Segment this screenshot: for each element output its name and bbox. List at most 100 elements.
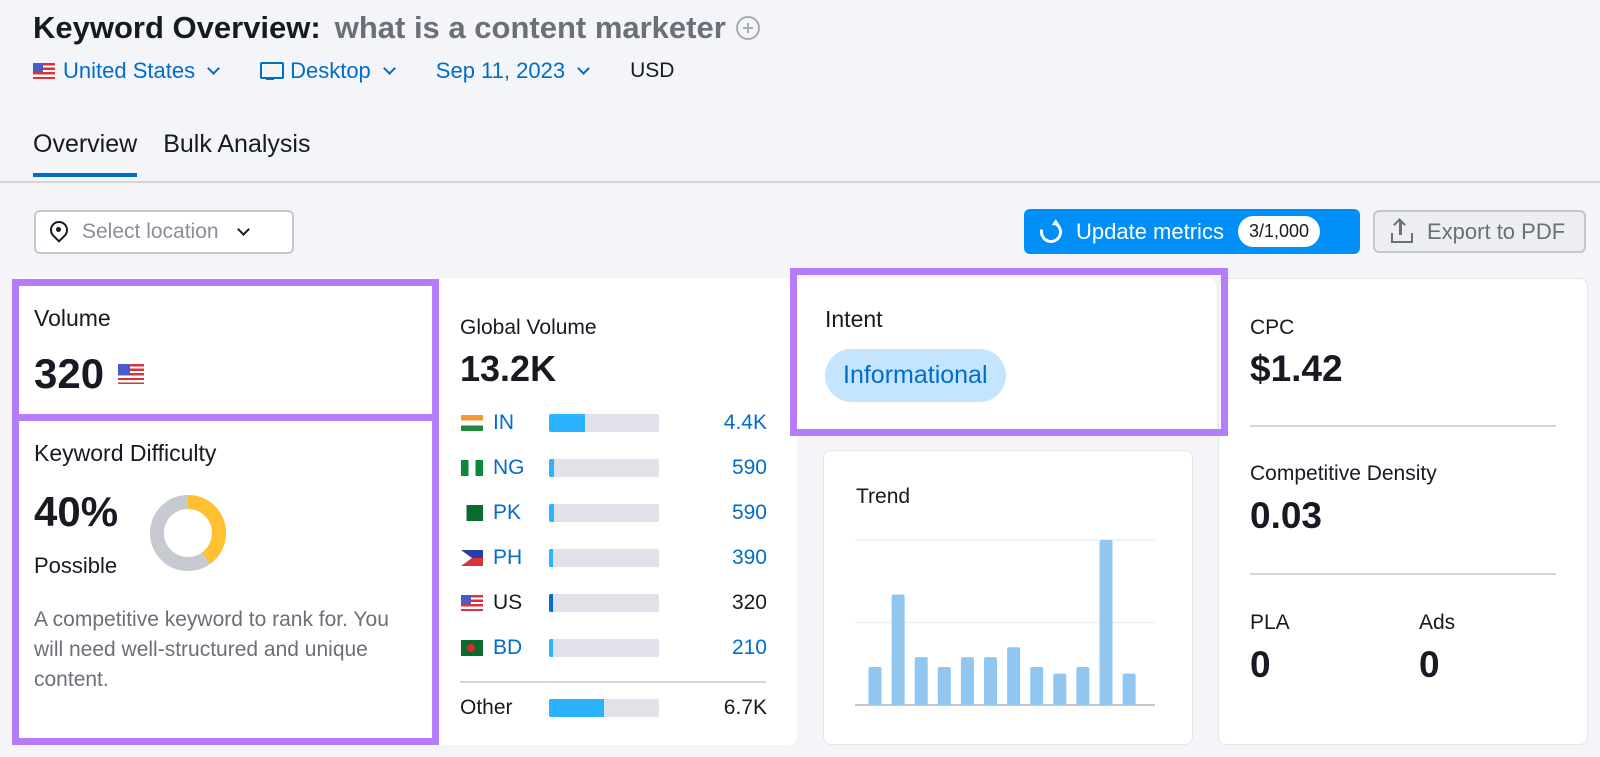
global-volume-other-row: Other 6.7K <box>460 694 767 722</box>
plus-circle-icon[interactable] <box>735 16 760 40</box>
country-code: US <box>493 591 523 614</box>
global-volume-divider <box>460 681 766 683</box>
in-flag-icon <box>461 415 483 431</box>
country-label: United States <box>63 58 196 83</box>
country-share-bar-fill <box>549 459 554 477</box>
country-volume[interactable]: 590 <box>732 456 767 480</box>
country-share-bar-fill <box>549 504 554 522</box>
country-share-bar-fill <box>549 639 554 657</box>
chevron-down-icon <box>207 62 220 75</box>
upload-icon <box>1391 217 1413 243</box>
keyword-text: what is a content marketer <box>334 10 726 45</box>
country-code[interactable]: BD <box>493 636 537 660</box>
country-row-ng[interactable]: NG 590 <box>461 454 767 482</box>
country-share-bar <box>549 549 659 567</box>
other-value: 6.7K <box>723 696 767 719</box>
country-row-in[interactable]: IN 4.4K <box>461 409 767 437</box>
trend-bar[interactable] <box>891 594 905 705</box>
global-volume-label: Global Volume <box>460 316 597 339</box>
country-volume[interactable]: 210 <box>732 636 767 660</box>
kd-value: 40% <box>34 488 119 535</box>
location-pin-icon <box>50 221 68 243</box>
date-label: Sep 11, 2023 <box>435 58 566 83</box>
trend-bar[interactable] <box>1007 647 1021 705</box>
country-code[interactable]: NG <box>493 456 537 480</box>
pk-flag-icon <box>461 505 483 521</box>
page-title: Keyword Overview: <box>33 10 321 45</box>
country-share-bar <box>549 504 659 522</box>
country-code[interactable]: PK <box>493 501 537 525</box>
country-row-pk[interactable]: PK 590 <box>461 499 767 527</box>
tab-bulk-analysis[interactable]: Bulk Analysis <box>163 130 310 177</box>
date-dropdown[interactable]: Sep 11, 2023 <box>435 58 590 84</box>
other-bar-fill <box>549 699 604 717</box>
country-volume: 320 <box>731 591 767 614</box>
location-select[interactable]: Select location <box>34 210 294 254</box>
country-share-bar <box>549 594 659 612</box>
country-volume[interactable]: 4.4K <box>724 411 767 435</box>
metrics-divider <box>1250 425 1556 427</box>
ads-label: Ads <box>1419 611 1456 634</box>
country-share-bar-fill <box>549 549 554 567</box>
bd-flag-icon <box>461 640 483 656</box>
kd-description: A competitive keyword to rank for. You w… <box>34 608 389 691</box>
update-metrics-button[interactable]: Update metrics 3/1,000 <box>1024 209 1360 254</box>
cpc-label: CPC <box>1250 316 1295 339</box>
country-share-bar <box>549 459 659 477</box>
country-row-us: US 320 <box>461 589 767 617</box>
us-flag-icon <box>118 364 145 384</box>
country-share-bar-fill <box>549 594 554 612</box>
cpc-value: $1.42 <box>1250 348 1343 389</box>
trend-bar[interactable] <box>868 667 882 705</box>
tab-overview[interactable]: Overview <box>33 130 138 177</box>
country-share-bar <box>549 414 659 432</box>
trend-bar[interactable] <box>914 657 928 705</box>
trend-bar[interactable] <box>937 667 951 705</box>
trend-bar[interactable] <box>1122 673 1136 705</box>
country-volume[interactable]: 590 <box>732 501 767 525</box>
tabs-divider <box>0 181 1600 183</box>
country-code[interactable]: IN <box>493 411 537 435</box>
export-pdf-button[interactable]: Export to PDF <box>1373 210 1586 253</box>
filter-bar: United States Desktop Sep 11, 2023 USD <box>33 58 674 84</box>
kd-label: Keyword Difficulty <box>34 440 217 466</box>
chevron-down-icon <box>236 223 250 236</box>
pla-value: 0 <box>1250 644 1271 685</box>
trend-bar[interactable] <box>1053 673 1067 705</box>
volume-label: Volume <box>34 305 111 331</box>
ph-flag-icon <box>461 550 483 566</box>
location-placeholder: Select location <box>82 220 219 243</box>
country-code[interactable]: PH <box>493 546 537 570</box>
kd-donut-chart <box>150 495 226 571</box>
volume-value-row: 320 <box>34 350 152 398</box>
us-flag-icon <box>33 63 55 79</box>
country-dropdown[interactable]: United States <box>33 58 220 84</box>
export-label: Export to PDF <box>1427 218 1566 244</box>
trend-bar[interactable] <box>1030 667 1044 705</box>
competitive-density-label: Competitive Density <box>1250 462 1437 485</box>
trend-bar[interactable] <box>960 657 974 705</box>
trend-bar[interactable] <box>1076 667 1090 705</box>
update-limit-badge: 3/1,000 <box>1237 216 1321 247</box>
other-label: Other <box>460 696 513 719</box>
chevron-down-icon <box>577 62 590 75</box>
country-share-bar <box>549 639 659 657</box>
device-label: Desktop <box>290 58 371 83</box>
trend-chart <box>855 539 1155 706</box>
ads-value: 0 <box>1419 644 1440 685</box>
country-row-bd[interactable]: BD 210 <box>461 634 767 662</box>
trend-title: Trend <box>856 485 911 508</box>
trend-bar[interactable] <box>1099 540 1113 705</box>
trend-bar[interactable] <box>984 657 997 705</box>
refresh-icon <box>1035 216 1067 247</box>
metrics-divider <box>1250 573 1556 575</box>
competitive-density-value: 0.03 <box>1250 495 1323 536</box>
country-volume[interactable]: 390 <box>732 546 767 570</box>
chevron-down-icon <box>382 62 396 75</box>
device-dropdown[interactable]: Desktop <box>260 58 396 84</box>
update-metrics-label: Update metrics <box>1076 218 1224 244</box>
other-bar <box>549 699 659 717</box>
intent-label: Intent <box>825 306 883 332</box>
country-share-bar-fill <box>549 414 586 432</box>
country-row-ph[interactable]: PH 390 <box>461 544 767 572</box>
